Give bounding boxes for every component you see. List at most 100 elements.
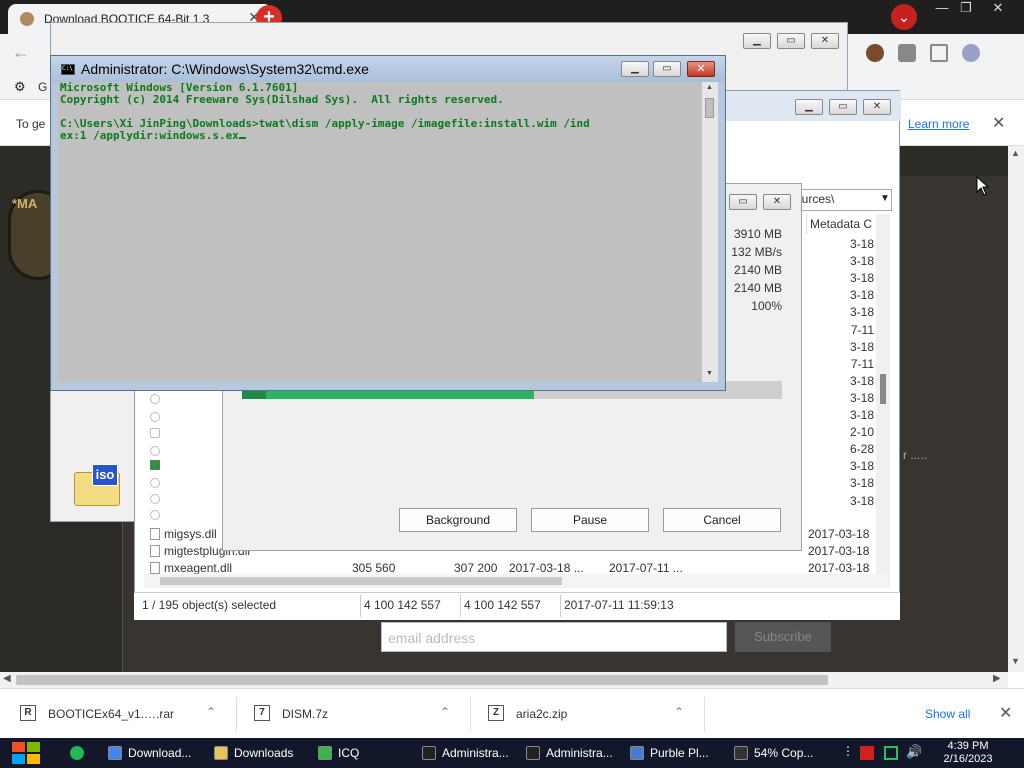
subscribe-button[interactable]: Subscribe [735, 622, 831, 652]
taskbar-item[interactable]: Download... [108, 740, 208, 766]
bookmark-item[interactable]: G [38, 80, 47, 94]
download-item[interactable]: 7 DISM.7z ⌃ [254, 689, 454, 739]
close-icon[interactable]: ✕ [863, 99, 891, 115]
metadata-date-cell: 3-18 [849, 493, 874, 508]
taskbar-item[interactable]: Administra... [526, 740, 626, 766]
file-created: 2017-07-11 ... [609, 561, 683, 575]
taskbar-item[interactable]: ICQ [318, 740, 418, 766]
maximize-icon[interactable]: ▭ [829, 99, 857, 115]
console-line: Copyright (c) 2014 Freeware Sys(Dilshad … [60, 93, 504, 106]
scrollbar-thumb[interactable] [16, 675, 828, 685]
cmd-titlebar[interactable]: C:\ Administrator: C:\Windows\System32\c… [51, 56, 725, 82]
scroll-down-icon[interactable]: ▼ [1011, 656, 1020, 666]
status-divider [360, 595, 361, 617]
maximize-icon[interactable]: ▭ [653, 61, 681, 77]
metadata-date-cell: 3-18 [849, 305, 874, 320]
overflow-icon[interactable]: ⋮ [842, 744, 856, 758]
folder-icon[interactable] [150, 446, 160, 456]
chrome-menu-chevron-icon[interactable]: ⌄ [891, 4, 917, 30]
extensions-puzzle-icon[interactable] [898, 44, 916, 62]
downloads-bar: R BOOTICEx64_v1.….rar ⌃ 7 DISM.7z ⌃ Z ar… [0, 688, 1024, 738]
windows-start-icon[interactable] [10, 740, 42, 766]
metadata-date-cell: 3-18 [849, 271, 874, 286]
iso-file-icon[interactable]: iso [74, 464, 120, 506]
scroll-right-icon[interactable]: ▶ [993, 673, 1001, 684]
minimize-icon[interactable]: ▁ [743, 33, 771, 49]
back-button[interactable]: ← [12, 42, 30, 63]
page-vertical-scrollbar[interactable]: ▲ ▼ [1008, 146, 1024, 672]
minimize-icon[interactable]: ▁ [621, 61, 649, 77]
pause-button[interactable]: Pause [531, 508, 649, 532]
show-all-link[interactable]: Show all [925, 707, 970, 721]
folder-icon[interactable] [150, 494, 160, 504]
green-folder-icon[interactable] [150, 460, 160, 470]
app-icon [526, 746, 540, 760]
taskbar-item[interactable]: Administra... [422, 740, 522, 766]
app-icon [734, 746, 748, 760]
taskbar-item[interactable]: Purble Pl... [630, 740, 730, 766]
chevron-up-icon[interactable]: ⌃ [674, 705, 684, 719]
scroll-left-icon[interactable]: ◀ [3, 673, 11, 684]
info-bar-close-icon[interactable]: ✕ [992, 113, 1005, 133]
cmd-scrollbar[interactable]: ▲ ▼ [702, 82, 718, 382]
learn-more-link[interactable]: Learn more [908, 117, 969, 131]
folder-icon[interactable] [150, 510, 160, 520]
divider [470, 697, 471, 731]
maximize-icon[interactable]: ▭ [729, 194, 757, 210]
file-list-horizontal-scrollbar[interactable] [144, 574, 888, 588]
chevron-up-icon[interactable]: ⌃ [206, 705, 216, 719]
spotify-icon [70, 746, 84, 760]
background-button[interactable]: Background [399, 508, 517, 532]
scrollbar-thumb[interactable] [705, 98, 714, 118]
scroll-up-icon[interactable]: ▲ [1011, 148, 1020, 158]
taskbar-item-label: Administra... [546, 746, 613, 760]
profile-icon[interactable] [962, 44, 980, 62]
minimize-icon[interactable]: ▁ [795, 99, 823, 115]
app-icon [318, 746, 332, 760]
scroll-down-icon[interactable]: ▼ [706, 370, 713, 377]
download-item[interactable]: Z aria2c.zip ⌃ [488, 689, 688, 739]
maximize-icon[interactable]: ▭ [777, 33, 805, 49]
pinned-app-icon[interactable] [70, 740, 90, 766]
app-icon [422, 746, 436, 760]
file-icon [150, 528, 160, 540]
chevron-down-icon[interactable]: ▼ [880, 193, 890, 204]
site-logo-text: *MA [12, 196, 38, 211]
folder-icon[interactable] [150, 412, 160, 422]
system-clock[interactable]: 4:39 PM 2/16/2023 [928, 740, 1008, 766]
drive-icon[interactable] [150, 428, 160, 438]
text-cursor [238, 137, 246, 139]
column-header-metadata[interactable]: Metadata C [806, 214, 886, 234]
taskbar-item[interactable]: Downloads [214, 740, 314, 766]
app-icon [630, 746, 644, 760]
scroll-up-icon[interactable]: ▲ [706, 84, 713, 91]
cancel-button[interactable]: Cancel [663, 508, 781, 532]
gear-icon[interactable]: ⚙ [14, 79, 26, 95]
extension-avatar-icon[interactable] [866, 44, 884, 62]
close-icon[interactable]: ✕ [811, 33, 839, 49]
scrollbar-thumb[interactable] [160, 577, 562, 585]
metadata-date-cell: 7-11 [850, 356, 874, 371]
network-icon[interactable] [884, 746, 898, 760]
restore-icon[interactable]: ❐ [950, 0, 982, 18]
file-list-scrollbar[interactable] [876, 214, 890, 588]
close-downloads-icon[interactable]: ✕ [999, 703, 1012, 723]
folder-icon[interactable] [150, 394, 160, 404]
folder-icon[interactable] [150, 478, 160, 488]
email-input[interactable]: email address [381, 622, 727, 652]
path-combobox[interactable]: ources\ [790, 189, 892, 211]
flag-icon[interactable] [860, 746, 874, 760]
download-item[interactable]: R BOOTICEx64_v1.….rar ⌃ [20, 689, 220, 739]
scrollbar-thumb[interactable] [880, 374, 886, 404]
taskbar-item[interactable]: 54% Cop... [734, 740, 834, 766]
metadata-date-cell: 3-18 [849, 459, 874, 474]
file-packed-size: 307 200 [454, 561, 498, 575]
close-icon[interactable]: ✕ [687, 61, 715, 77]
side-panel-icon[interactable] [930, 44, 948, 62]
volume-icon[interactable]: 🔊 [906, 744, 922, 759]
page-horizontal-scrollbar[interactable]: ◀ ▶ [0, 672, 1008, 688]
cmd-console[interactable]: Microsoft Windows [Version 6.1.7601] Cop… [58, 82, 710, 382]
chevron-up-icon[interactable]: ⌃ [440, 705, 450, 719]
close-window-icon[interactable]: ✕ [982, 0, 1014, 18]
close-icon[interactable]: ✕ [763, 194, 791, 210]
